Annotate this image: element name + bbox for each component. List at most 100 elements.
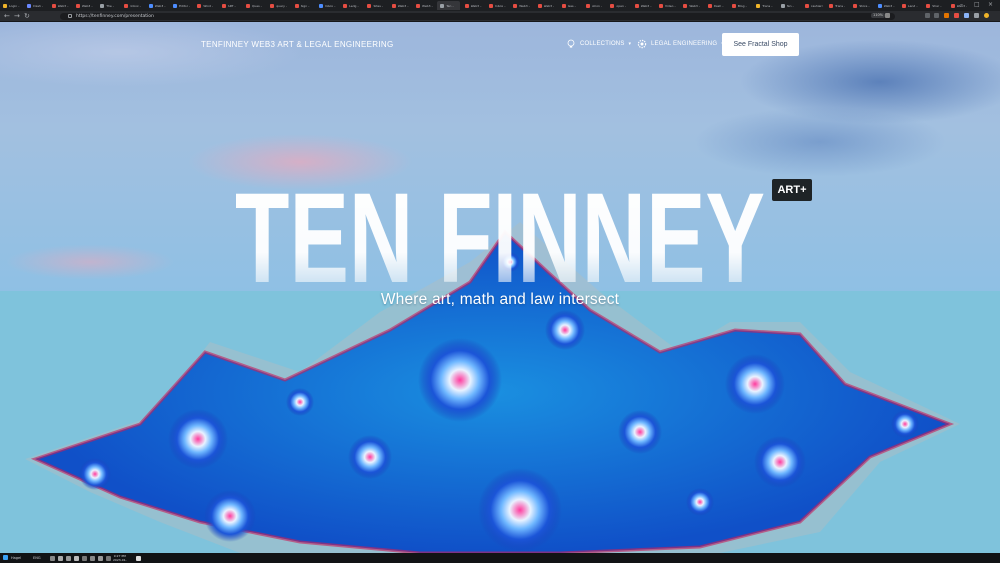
browser-tab[interactable]: ART – [219,1,242,10]
network-icon[interactable] [82,555,87,561]
tab-favicon-icon [27,3,32,8]
maximize-icon[interactable]: □ [974,1,980,8]
reload-icon[interactable]: ↻ [24,12,30,20]
browser-tab[interactable]: Web3 – [49,1,72,10]
taskbar-app-icon[interactable] [50,555,55,561]
browser-tab[interactable]: Editor – [170,1,193,10]
browser-tab[interactable]: Web3 – [462,1,485,10]
browser-tab[interactable]: Blog – [729,1,752,10]
browser-tab[interactable]: Gas – [559,1,582,10]
volume-icon[interactable] [74,555,79,561]
extension-icon[interactable] [974,13,979,18]
browser-tab[interactable]: open – [607,1,630,10]
tab-title: Web3 – [397,3,409,8]
browser-tab[interactable]: Ledg – [340,1,363,10]
start-icon[interactable] [3,555,8,560]
extension-icon[interactable] [925,13,930,18]
clock-date: 2023-01- [113,557,127,562]
tab-favicon-icon [586,3,591,8]
tab-title: Editor – [179,3,191,8]
browser-tab[interactable]: The – [97,1,120,10]
address-bar[interactable]: https://tenfinney.com/presentation [60,12,895,20]
tab-favicon-icon [3,3,7,8]
taskbar-app-icon[interactable] [90,555,95,561]
browser-tab[interactable]: Wind – [194,1,217,10]
browser-tab[interactable]: Web3 – [948,1,971,10]
tab-title: Ques – [251,3,263,8]
browser-tab[interactable]: Web3 – [146,1,169,10]
close-window-icon[interactable]: × [988,1,993,8]
extension-icon[interactable] [954,13,959,18]
browser-tab[interactable]: Inbox – [486,1,509,10]
taskbar-app-icon[interactable] [98,555,103,561]
browser-tab[interactable]: Web3 – [632,1,655,10]
tab-favicon-icon [488,3,493,8]
browser-tab[interactable]: Shar – [923,1,946,10]
browser-tab[interactable]: Web3 – [73,1,96,10]
browser-tab[interactable]: Dash – [24,1,47,10]
browser-tab[interactable]: Land – [899,1,922,10]
extension-icon[interactable] [944,13,949,18]
tab-favicon-icon [901,3,906,8]
browser-tab[interactable]: Ques – [243,1,266,10]
browser-tab[interactable]: ACon – [583,1,606,10]
tab-favicon-icon [513,3,518,8]
browser-tab[interactable]: Ten – [437,1,460,10]
tab-favicon-icon [416,3,421,8]
tab-favicon-icon [51,3,56,8]
language-indicator[interactable]: ENG [33,553,41,563]
zoom-indicator[interactable]: 110% [871,12,886,18]
extension-icon[interactable] [964,13,969,18]
browser-tab[interactable]: Web3 – [510,1,533,10]
extension-icon[interactable] [934,13,939,18]
browser-tab[interactable]: Web3 – [389,1,412,10]
tab-favicon-icon [367,3,372,8]
browser-tab[interactable]: Inbox – [316,1,339,10]
tab-favicon-icon [318,3,323,8]
browser-tab[interactable]: Ten – [778,1,801,10]
bookmark-star-icon[interactable] [885,13,890,18]
tab-title: Sign – [300,3,310,8]
tab-favicon-icon [343,3,348,8]
forward-icon[interactable]: → [14,12,20,20]
browser-toolbar: ← → ↻ https://tenfinney.com/presentation [0,11,1000,22]
taskbar-app-icon[interactable] [66,555,71,561]
hero-title: TEN FINNEY [235,170,765,295]
back-icon[interactable]: ← [4,12,10,20]
browser-tab[interactable]: cashierr – [802,1,824,10]
tab-title: The – [106,3,115,8]
browser-tab[interactable]: Dash – [705,1,728,10]
browser-tab[interactable]: Web3 – [875,1,898,10]
site-brand[interactable]: TENFINNEY WEB3 ART & LEGAL ENGINEERING [201,40,394,49]
url-text[interactable]: https://tenfinney.com/presentation [76,13,154,20]
browser-tab[interactable]: Inbox – [121,1,144,10]
browser-tab[interactable]: Web3 – [535,1,558,10]
browser-tab[interactable]: Web3 – [680,1,703,10]
tab-favicon-icon [440,3,445,8]
tab-title: Web3 – [543,3,555,8]
tab-favicon-icon [853,3,858,8]
browser-tab[interactable]: Web3 – [413,1,436,10]
tab-favicon-icon [877,3,882,8]
weather-widget[interactable]: Hagel [11,553,21,563]
browser-tab[interactable]: query – [267,1,290,10]
nav-collections[interactable]: COLLECTIONS ▾ [566,39,631,49]
minimize-icon[interactable]: – [960,1,963,8]
browser-tab[interactable]: Trans – [826,1,849,10]
browser-tab[interactable]: Sign – [292,1,315,10]
taskbar-app-icon[interactable] [58,555,63,561]
browser-tab[interactable]: Sites – [364,1,387,10]
browser-tab[interactable]: Video – [656,1,679,10]
system-clock[interactable]: 9:27 PM 2023-01- [113,554,127,562]
tab-favicon-icon [634,3,639,8]
browser-tab[interactable]: Login – [0,1,23,10]
lock-icon[interactable] [68,14,72,18]
profile-avatar[interactable] [984,13,989,18]
nav-legal-engineering[interactable]: LEGAL ENGINEERING ▾ [637,39,724,49]
notification-icon[interactable] [136,555,141,561]
tab-favicon-icon [731,3,736,8]
browser-tab[interactable]: Store – [850,1,873,10]
fractal-shop-button[interactable]: See Fractal Shop [722,33,799,56]
taskbar-app-icon[interactable] [106,555,111,561]
browser-tab[interactable]: Trans – [753,1,776,10]
